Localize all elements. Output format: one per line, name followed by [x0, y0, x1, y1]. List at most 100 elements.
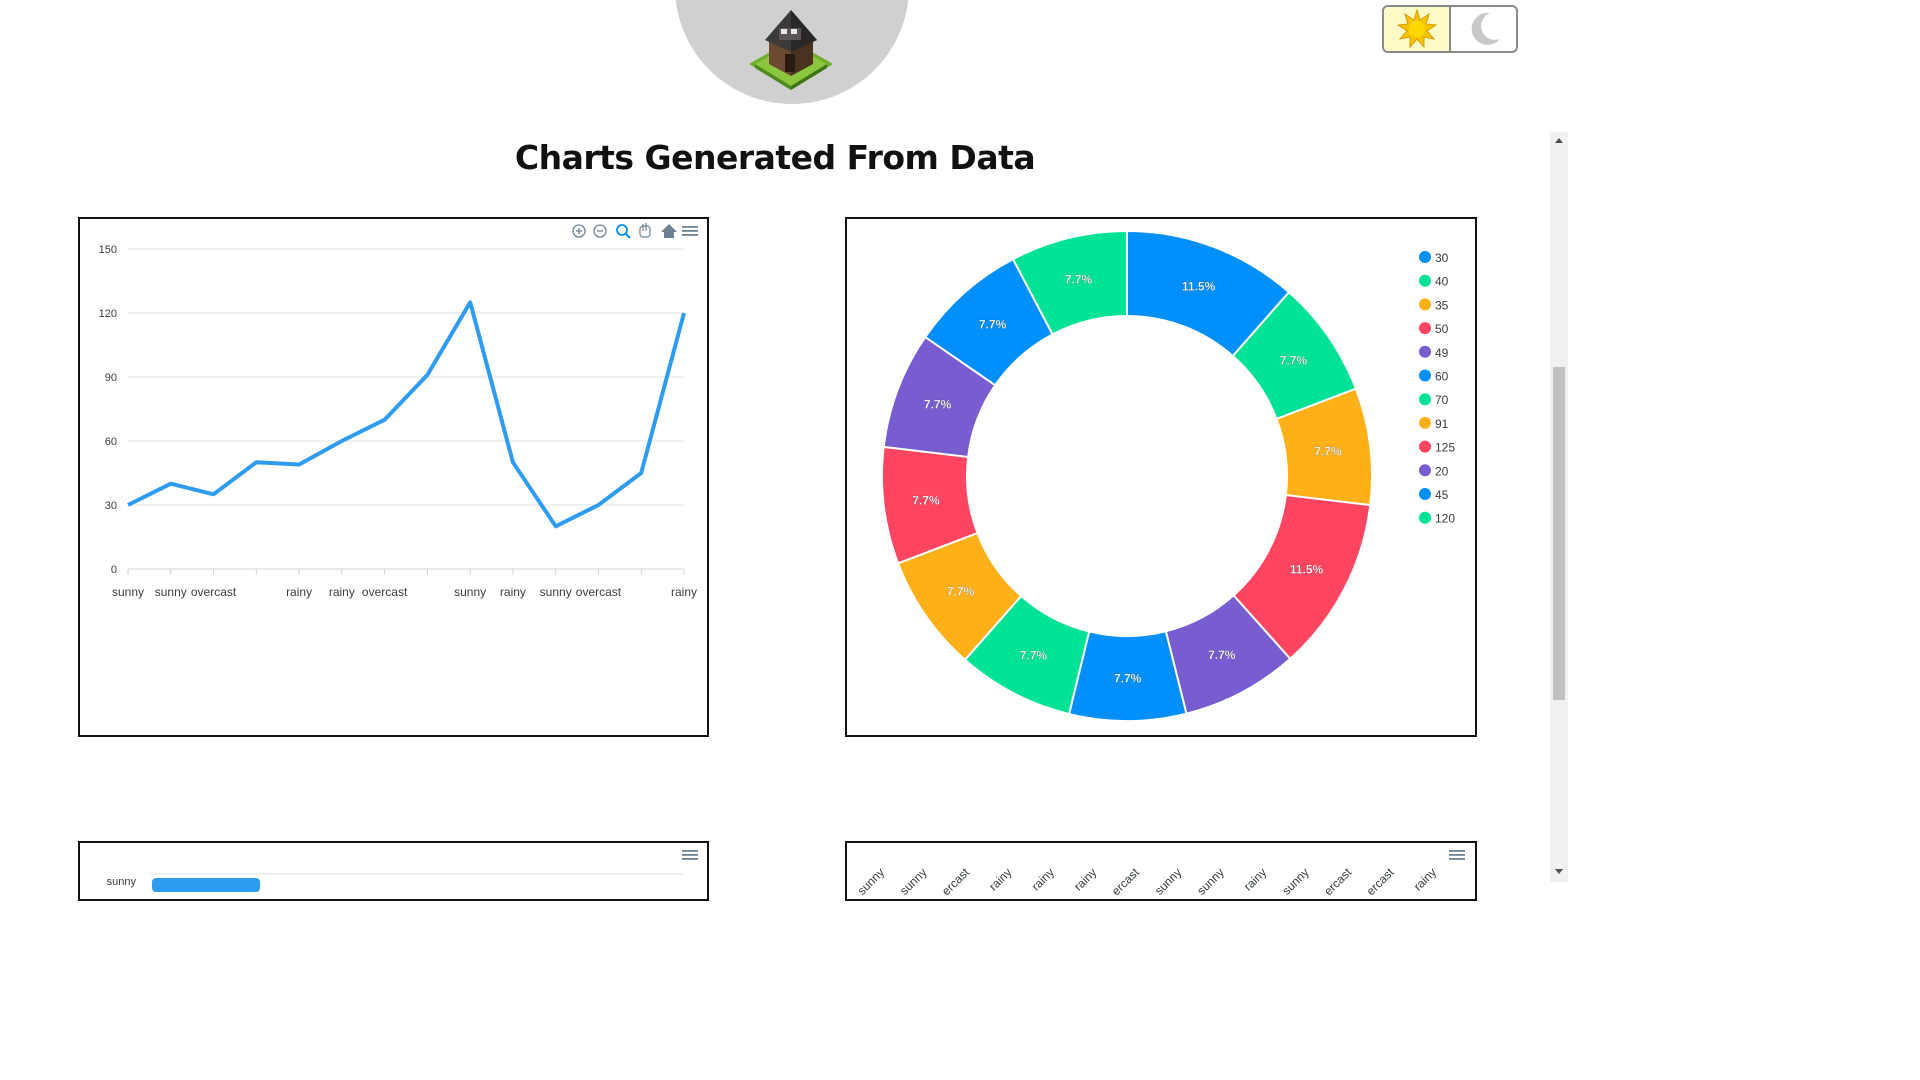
page-title: Charts Generated From Data: [514, 138, 1036, 177]
x-tick-label: rainy: [1029, 865, 1057, 893]
scroll-up-arrow-icon[interactable]: [1555, 138, 1563, 143]
x-tick-label: rainy: [1241, 865, 1269, 893]
x-tick-label: ercast: [939, 865, 972, 898]
y-tick-label: 0: [111, 564, 117, 576]
legend-label[interactable]: 125: [1435, 441, 1455, 455]
x-tick-label: rainy: [1071, 865, 1099, 893]
legend-label[interactable]: 91: [1435, 417, 1449, 431]
donut-chart: 11.5% 7.7% 7.7% 11.5% 7.7% 7.7% 7.7% 7.7% 7.7% 7.…: [881, 229, 1455, 722]
column-chart-card: sunny sunny ercast rainy rainy rainy ercast sun…: [845, 841, 1477, 901]
legend-marker[interactable]: [1419, 511, 1431, 524]
donut-slices: [881, 229, 1373, 722]
y-tick-label: 120: [99, 308, 117, 320]
x-tick-label: ercast: [1364, 865, 1397, 898]
legend-label[interactable]: 20: [1435, 464, 1449, 478]
slice-label: 7.7%: [924, 397, 952, 411]
zoom-out-icon[interactable]: [593, 224, 607, 238]
slice-label: 11.5%: [1290, 563, 1324, 577]
legend-marker[interactable]: [1419, 298, 1431, 311]
line-chart-toolbar: [572, 223, 698, 239]
sun-icon: [1396, 9, 1437, 49]
legend-label[interactable]: 40: [1435, 275, 1449, 289]
legend-label[interactable]: 60: [1435, 370, 1449, 384]
menu-icon[interactable]: [682, 850, 698, 860]
pan-hand-icon[interactable]: [639, 223, 651, 238]
slice-label: 7.7%: [912, 494, 940, 508]
horizontal-bar-chart: sunny: [107, 850, 698, 892]
line-chart-y-axis: 0 30 60 90 120 150: [99, 244, 117, 576]
x-tick-label: overcast: [576, 585, 622, 599]
legend-label[interactable]: 30: [1435, 251, 1449, 265]
x-tick-label: overcast: [191, 585, 237, 599]
legend-marker[interactable]: [1419, 274, 1431, 287]
donut-legend: 30 40 35 50 49 60 70 91 125 20 45 120: [1419, 251, 1455, 526]
slice-label: 11.5%: [1182, 280, 1216, 294]
x-tick-label: sunny: [1152, 865, 1185, 898]
x-tick-label: rainy: [1411, 865, 1439, 893]
scroll-down-arrow-icon[interactable]: [1555, 869, 1563, 874]
x-tick-label: rainy: [671, 585, 697, 599]
line-chart-card: 0 30 60 90 120 150 sunny sunny overcast rainy rai…: [78, 217, 709, 737]
x-tick-label: sunny: [897, 865, 930, 898]
legend-marker[interactable]: [1419, 440, 1431, 453]
legend-marker[interactable]: [1419, 322, 1431, 335]
light-theme-button[interactable]: [1384, 7, 1451, 51]
line-chart: 0 30 60 90 120 150 sunny sunny overcast rainy rai…: [99, 223, 698, 599]
y-tick-label: 90: [105, 372, 117, 384]
hbar-category-label: sunny: [107, 876, 137, 888]
legend-marker[interactable]: [1419, 464, 1431, 477]
x-tick-label: ercast: [1321, 865, 1354, 898]
zoom-selection-icon[interactable]: [616, 224, 631, 239]
bar-chart-card: sunny: [78, 841, 709, 901]
y-tick-label: 150: [99, 244, 117, 256]
x-tick-label: rainy: [500, 585, 526, 599]
legend-label[interactable]: 70: [1435, 393, 1449, 407]
line-series: [127, 300, 686, 529]
column-chart-x-labels: sunny sunny ercast rainy rainy rainy ercast sun…: [855, 865, 1440, 898]
slice-label: 7.7%: [947, 584, 975, 598]
dark-theme-button[interactable]: [1451, 7, 1516, 51]
slice-label: 7.7%: [1208, 648, 1236, 662]
x-tick-label: rainy: [986, 865, 1014, 893]
legend-label[interactable]: 120: [1435, 512, 1455, 526]
column-chart: sunny sunny ercast rainy rainy rainy ercast sun…: [855, 850, 1465, 898]
legend-marker[interactable]: [1419, 393, 1431, 406]
legend-label[interactable]: 49: [1435, 346, 1449, 360]
legend-marker[interactable]: [1419, 416, 1431, 429]
theme-toggle[interactable]: [1382, 5, 1518, 53]
clash-village-hut-icon: [749, 10, 833, 90]
donut-chart-card: 11.5% 7.7% 7.7% 11.5% 7.7% 7.7% 7.7% 7.7% 7.7% 7.…: [845, 217, 1477, 737]
slice-label: 7.7%: [1314, 444, 1342, 458]
line-chart-grid: [128, 248, 684, 570]
legend-marker[interactable]: [1419, 251, 1431, 263]
x-tick-label: sunny: [540, 585, 572, 599]
x-tick-label: sunny: [112, 585, 144, 599]
slice-label: 7.7%: [979, 318, 1007, 332]
scroll-thumb[interactable]: [1553, 367, 1565, 700]
x-tick-label: sunny: [1194, 865, 1227, 898]
legend-label[interactable]: 35: [1435, 298, 1449, 312]
slice-label: 7.7%: [1020, 649, 1048, 663]
menu-icon[interactable]: [682, 226, 698, 236]
zoom-in-icon[interactable]: [572, 224, 586, 238]
x-tick-label: rainy: [286, 585, 312, 599]
legend-label[interactable]: 45: [1435, 488, 1449, 502]
x-tick-label: overcast: [362, 585, 408, 599]
y-tick-label: 60: [105, 436, 117, 448]
legend-label[interactable]: 50: [1435, 322, 1449, 336]
legend-marker[interactable]: [1419, 345, 1431, 358]
line-chart-x-axis: sunny sunny overcast rainy rainy overcast sunn…: [112, 569, 697, 599]
home-reset-icon[interactable]: [661, 224, 677, 238]
slice-label: 7.7%: [1065, 272, 1093, 286]
page-scrollbar[interactable]: [1550, 132, 1568, 882]
x-tick-label: sunny: [1279, 865, 1312, 898]
menu-icon[interactable]: [1449, 850, 1465, 860]
legend-marker[interactable]: [1419, 369, 1431, 382]
moon-icon: [1471, 12, 1500, 45]
y-tick-label: 30: [105, 500, 117, 512]
x-tick-label: sunny: [454, 585, 486, 599]
legend-marker[interactable]: [1419, 488, 1431, 500]
slice-label: 7.7%: [1114, 671, 1142, 685]
hbar-bar: [152, 878, 260, 892]
x-tick-label: sunny: [155, 585, 187, 599]
